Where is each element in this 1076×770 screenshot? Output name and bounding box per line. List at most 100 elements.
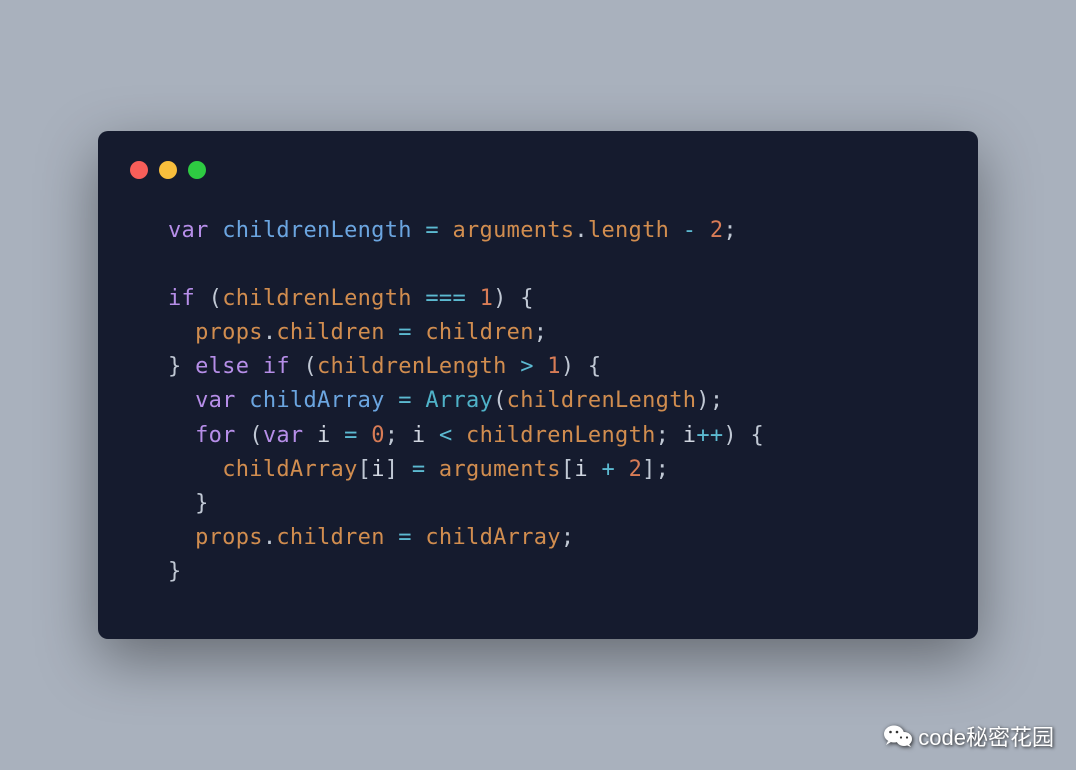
wechat-icon xyxy=(884,723,912,749)
code-token: ); xyxy=(696,388,723,413)
code-token xyxy=(412,320,426,345)
code-token: } xyxy=(168,354,195,379)
code-token: i xyxy=(412,423,426,448)
code-token: 1 xyxy=(547,354,561,379)
code-token: . xyxy=(263,525,277,550)
code-window: var childrenLength = arguments.length - … xyxy=(98,131,978,639)
code-token: children xyxy=(276,320,384,345)
code-token xyxy=(168,457,222,482)
code-token: var xyxy=(263,423,317,448)
code-token: 2 xyxy=(710,218,724,243)
code-token: childArray xyxy=(222,457,357,482)
code-token: = xyxy=(425,218,439,243)
code-token: arguments xyxy=(452,218,574,243)
code-token: childrenLength xyxy=(317,354,507,379)
watermark: code秘密花园 xyxy=(884,720,1054,752)
code-token: i xyxy=(371,457,385,482)
code-token: [ xyxy=(358,457,372,482)
code-token: props xyxy=(195,320,263,345)
code-token: ++ xyxy=(696,423,723,448)
code-token: = xyxy=(398,525,412,550)
code-token: childrenLength xyxy=(507,388,697,413)
code-token xyxy=(412,388,426,413)
code-token: i xyxy=(574,457,588,482)
code-token: else if xyxy=(195,354,290,379)
code-token xyxy=(412,218,426,243)
code-token: . xyxy=(574,218,588,243)
code-token: childrenLength xyxy=(222,218,412,243)
watermark-text: code秘密花园 xyxy=(918,720,1054,752)
code-token xyxy=(358,423,372,448)
code-token xyxy=(168,388,195,413)
code-token: ] xyxy=(385,457,412,482)
code-token: ( xyxy=(236,423,263,448)
code-token xyxy=(588,457,602,482)
code-token xyxy=(412,286,426,311)
code-token: > xyxy=(520,354,534,379)
code-token: = xyxy=(412,457,426,482)
code-token: ; xyxy=(534,320,548,345)
code-token: 1 xyxy=(480,286,494,311)
code-token: children xyxy=(425,320,533,345)
code-token: children xyxy=(276,525,384,550)
code-token: var xyxy=(168,218,222,243)
code-token: Array xyxy=(425,388,493,413)
code-token: arguments xyxy=(439,457,561,482)
code-token: + xyxy=(601,457,615,482)
code-token: < xyxy=(439,423,453,448)
code-token: ( xyxy=(493,388,507,413)
code-token xyxy=(439,218,453,243)
code-token: [ xyxy=(561,457,575,482)
code-token: ; xyxy=(385,423,412,448)
code-token: ) { xyxy=(561,354,602,379)
code-token: } xyxy=(168,559,182,584)
code-token: ]; xyxy=(642,457,669,482)
code-token xyxy=(669,218,683,243)
code-token xyxy=(168,423,195,448)
code-token xyxy=(385,525,399,550)
code-token xyxy=(452,423,466,448)
code-token: i xyxy=(317,423,331,448)
code-token xyxy=(507,354,521,379)
code-token: ) { xyxy=(723,423,764,448)
code-token xyxy=(385,388,399,413)
code-token: ; xyxy=(723,218,737,243)
code-token: - xyxy=(683,218,697,243)
code-token: childArray xyxy=(249,388,384,413)
code-token: . xyxy=(263,320,277,345)
code-token: childrenLength xyxy=(466,423,656,448)
code-token xyxy=(615,457,629,482)
code-token: 0 xyxy=(371,423,385,448)
code-token: 2 xyxy=(629,457,643,482)
code-token xyxy=(425,423,439,448)
code-block: var childrenLength = arguments.length - … xyxy=(128,214,948,589)
code-token xyxy=(331,423,345,448)
code-token: childrenLength xyxy=(222,286,412,311)
code-token xyxy=(466,286,480,311)
code-token xyxy=(168,525,195,550)
code-token: = xyxy=(344,423,358,448)
code-token: length xyxy=(588,218,669,243)
code-token xyxy=(425,457,439,482)
traffic-lights xyxy=(130,161,948,179)
code-token: if xyxy=(168,286,195,311)
close-icon xyxy=(130,161,148,179)
code-token: i xyxy=(683,423,697,448)
code-token: ; xyxy=(656,423,683,448)
code-token: === xyxy=(425,286,466,311)
code-token: = xyxy=(398,388,412,413)
code-token: for xyxy=(195,423,236,448)
code-token xyxy=(696,218,710,243)
code-token xyxy=(534,354,548,379)
code-token xyxy=(168,320,195,345)
code-token: } xyxy=(168,491,209,516)
code-token: = xyxy=(398,320,412,345)
code-token: props xyxy=(195,525,263,550)
code-token: var xyxy=(195,388,249,413)
code-token: ( xyxy=(290,354,317,379)
code-token xyxy=(385,320,399,345)
code-token: childArray xyxy=(425,525,560,550)
code-token: ) { xyxy=(493,286,534,311)
maximize-icon xyxy=(188,161,206,179)
code-token xyxy=(412,525,426,550)
